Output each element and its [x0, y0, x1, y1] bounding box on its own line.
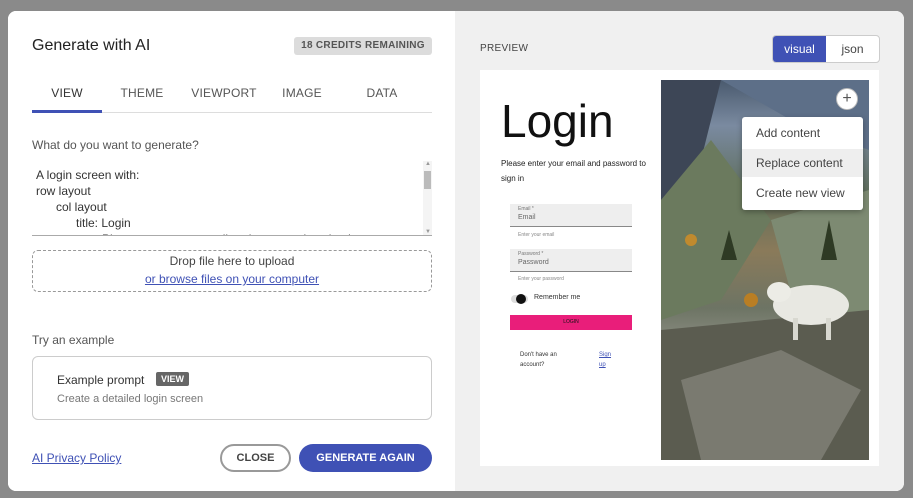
view-badge: VIEW — [156, 372, 190, 386]
add-content-plus-button[interactable]: + — [836, 88, 858, 110]
preview-label: PREVIEW — [480, 43, 529, 54]
menu-item-create-new-view[interactable]: Create new view — [742, 179, 863, 207]
password-field-label: Password * — [518, 251, 544, 257]
example-title: Example prompt — [57, 373, 145, 387]
tab-data[interactable]: DATA — [352, 81, 412, 113]
prompt-text[interactable]: A login screen with: row layout col layo… — [36, 167, 432, 235]
menu-item-replace-content[interactable]: Replace content — [742, 149, 863, 177]
tab-bar: VIEW THEME VIEWPORT IMAGE DATA — [32, 81, 432, 113]
browse-files-link[interactable]: or browse files on your computer — [33, 272, 431, 286]
scrollbar-thumb[interactable] — [424, 171, 431, 189]
json-toggle[interactable]: json — [826, 36, 879, 62]
generate-ai-dialog: Generate with AI 18 CREDITS REMAINING VI… — [8, 11, 904, 491]
example-description: Create a detailed login screen — [57, 393, 204, 405]
preview-panel: PREVIEW visual json Login Please enter y… — [455, 11, 904, 491]
close-button[interactable]: CLOSE — [220, 444, 291, 472]
preview-canvas: Login Please enter your email and passwo… — [480, 70, 879, 466]
generate-panel: Generate with AI 18 CREDITS REMAINING VI… — [8, 11, 455, 491]
tab-view[interactable]: VIEW — [32, 81, 102, 113]
visual-toggle[interactable]: visual — [773, 36, 826, 62]
remember-me-toggle[interactable] — [511, 294, 528, 304]
textarea-scrollbar[interactable]: ▲ ▼ — [423, 161, 432, 235]
credits-badge: 18 CREDITS REMAINING — [294, 37, 432, 55]
login-button[interactable]: LOGIN — [510, 315, 632, 330]
dropzone-text: Drop file here to upload — [169, 254, 295, 268]
tab-image[interactable]: IMAGE — [272, 81, 332, 113]
email-field-label: Email * — [518, 206, 534, 212]
password-placeholder: Password — [518, 259, 549, 266]
prompt-textarea[interactable]: A login screen with: row layout col layo… — [32, 161, 432, 236]
scroll-down-icon[interactable]: ▼ — [425, 229, 431, 235]
email-placeholder: Email — [518, 214, 536, 221]
tab-theme[interactable]: THEME — [112, 81, 172, 113]
generate-again-button[interactable]: GENERATE AGAIN — [299, 444, 432, 472]
password-field[interactable]: Password * Password — [510, 249, 632, 272]
password-hint: Enter your password — [518, 276, 564, 282]
file-dropzone[interactable]: Drop file here to upload or browse files… — [32, 250, 432, 292]
content-context-menu: Add content Replace content Create new v… — [742, 117, 863, 210]
scroll-up-icon[interactable]: ▲ — [425, 161, 431, 167]
example-prompt-card[interactable]: Example prompt VIEW Create a detailed lo… — [32, 356, 432, 420]
example-section-label: Try an example — [32, 333, 115, 347]
login-heading: Login — [501, 95, 614, 147]
view-mode-toggle: visual json — [772, 35, 880, 63]
login-subtitle: Please enter your email and password to … — [501, 159, 646, 183]
email-field[interactable]: Email * Email — [510, 204, 632, 227]
dialog-title: Generate with AI — [32, 37, 151, 54]
remember-me-label: Remember me — [534, 294, 581, 301]
signup-link[interactable]: Sign up — [599, 350, 619, 370]
toggle-knob — [516, 294, 526, 304]
no-account-text: Don't have an account? — [520, 352, 557, 368]
privacy-policy-link[interactable]: AI Privacy Policy — [32, 451, 121, 465]
email-hint: Enter your email — [518, 232, 555, 238]
menu-item-add-content[interactable]: Add content — [742, 119, 863, 147]
tab-viewport[interactable]: VIEWPORT — [182, 81, 266, 113]
prompt-label: What do you want to generate? — [32, 138, 199, 152]
